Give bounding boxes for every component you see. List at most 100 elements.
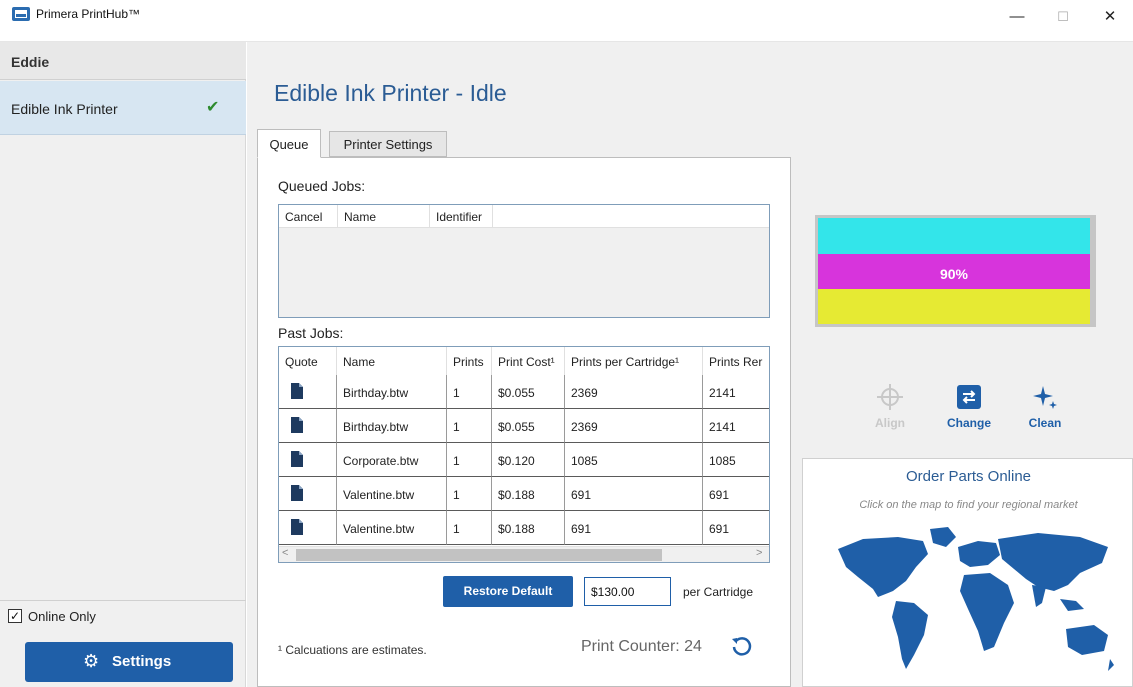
- estimates-footnote: ¹ Calcuations are estimates.: [278, 643, 427, 657]
- quote-cell[interactable]: [279, 443, 337, 477]
- column-header-print-cost[interactable]: Print Cost¹: [492, 347, 565, 375]
- sidebar-item-edible-ink-printer[interactable]: Edible Ink Printer ✔: [0, 81, 246, 135]
- column-header-prints[interactable]: Prints: [447, 347, 492, 375]
- online-only-checkbox[interactable]: ✓: [8, 609, 22, 623]
- document-icon[interactable]: [291, 519, 303, 535]
- scroll-right-arrow-icon[interactable]: >: [756, 547, 762, 559]
- align-label: Align: [875, 416, 905, 430]
- column-header-name[interactable]: Name: [338, 205, 430, 228]
- prints-per-cartridge-cell: 1085: [565, 443, 703, 477]
- yellow-ink-band: [818, 289, 1090, 324]
- column-header-prints-remaining[interactable]: Prints Rer: [703, 347, 769, 375]
- column-header-filler: [493, 205, 769, 228]
- align-button[interactable]: Align: [860, 382, 920, 430]
- sparkle-icon: [1033, 386, 1057, 409]
- scroll-left-arrow-icon[interactable]: <: [282, 547, 288, 559]
- printhub-app-icon: [12, 7, 30, 21]
- main-content: Edible Ink Printer - Idle Queue Printer …: [247, 42, 1133, 687]
- queued-jobs-label: Queued Jobs:: [278, 178, 366, 194]
- print-counter: Print Counter: 24: [581, 638, 702, 655]
- table-row[interactable]: Corporate.btw 1 $0.120 1085 1085: [279, 443, 769, 477]
- maximize-button[interactable]: ☐: [1040, 4, 1086, 30]
- change-cartridge-button[interactable]: Change: [939, 382, 999, 430]
- page-title: Edible Ink Printer - Idle: [274, 80, 507, 106]
- cyan-ink-band: [818, 218, 1090, 254]
- prints-cell: 1: [447, 477, 492, 511]
- column-header-name[interactable]: Name: [337, 347, 447, 375]
- ink-cartridge-level: 90%: [815, 215, 1096, 327]
- queued-jobs-table[interactable]: Cancel Name Identifier: [278, 204, 770, 318]
- prints-remaining-cell: 1085: [703, 443, 769, 477]
- tab-queue[interactable]: Queue: [257, 129, 321, 158]
- job-name-cell: Valentine.btw: [337, 511, 447, 545]
- swap-arrows-icon: [957, 385, 981, 409]
- prints-remaining-cell: 2141: [703, 409, 769, 443]
- column-header-cancel[interactable]: Cancel: [279, 205, 338, 228]
- check-icon: ✔: [206, 99, 220, 116]
- cartridge-cost-input[interactable]: [584, 577, 671, 606]
- scrollbar-thumb[interactable]: [296, 549, 662, 561]
- column-header-identifier[interactable]: Identifier: [430, 205, 493, 228]
- table-row[interactable]: Birthday.btw 1 $0.055 2369 2141: [279, 375, 769, 409]
- online-only-label: Online Only: [28, 609, 96, 624]
- prints-cell: 1: [447, 375, 492, 409]
- print-cost-cell: $0.188: [492, 477, 565, 511]
- horizontal-scrollbar[interactable]: < >: [279, 546, 769, 562]
- prints-per-cartridge-cell: 2369: [565, 375, 703, 409]
- print-cost-cell: $0.055: [492, 375, 565, 409]
- job-name-cell: Birthday.btw: [337, 375, 447, 409]
- tab-printer-settings[interactable]: Printer Settings: [329, 131, 447, 157]
- past-jobs-label: Past Jobs:: [278, 325, 344, 341]
- world-map[interactable]: [818, 519, 1118, 684]
- order-parts-title: Order Parts Online: [905, 468, 1032, 485]
- title-bar: Primera PrintHub™ — ☐ ✕: [0, 0, 1133, 42]
- per-cartridge-label: per Cartridge: [683, 585, 754, 599]
- quote-cell[interactable]: [279, 511, 337, 545]
- column-header-prints-per-cartridge[interactable]: Prints per Cartridge¹: [565, 347, 703, 375]
- window-title: Primera PrintHub™: [36, 7, 141, 21]
- prints-cell: 1: [447, 443, 492, 477]
- prints-remaining-cell: 691: [703, 511, 769, 545]
- prints-cell: 1: [447, 409, 492, 443]
- table-row[interactable]: Valentine.btw 1 $0.188 691 691: [279, 477, 769, 511]
- column-header-quote[interactable]: Quote: [279, 347, 337, 375]
- job-name-cell: Valentine.btw: [337, 477, 447, 511]
- crosshair-icon: [877, 384, 903, 410]
- prints-remaining-cell: 691: [703, 477, 769, 511]
- restore-default-button[interactable]: Restore Default: [443, 576, 573, 607]
- quote-cell[interactable]: [279, 477, 337, 511]
- prints-per-cartridge-cell: 691: [565, 511, 703, 545]
- queue-panel: Queued Jobs: Cancel Name Identifier Past…: [257, 157, 791, 687]
- clean-label: Clean: [1028, 416, 1062, 430]
- print-cost-cell: $0.188: [492, 511, 565, 545]
- prints-per-cartridge-cell: 691: [565, 477, 703, 511]
- job-name-cell: Birthday.btw: [337, 409, 447, 443]
- settings-button[interactable]: ⚙ Settings: [25, 642, 233, 682]
- document-icon[interactable]: [291, 383, 303, 399]
- table-row[interactable]: Valentine.btw 1 $0.188 691 691: [279, 511, 769, 545]
- sidebar-item-label: Edible Ink Printer: [11, 101, 118, 117]
- job-name-cell: Corporate.btw: [337, 443, 447, 477]
- prints-per-cartridge-cell: 2369: [565, 409, 703, 443]
- document-icon[interactable]: [291, 451, 303, 467]
- past-jobs-table[interactable]: Quote Name Prints Print Cost¹ Prints per…: [278, 346, 770, 563]
- document-icon[interactable]: [291, 485, 303, 501]
- close-button[interactable]: ✕: [1087, 4, 1133, 30]
- prints-remaining-cell: 2141: [703, 375, 769, 409]
- online-only-toggle[interactable]: ✓ Online Only: [0, 600, 246, 630]
- quote-cell[interactable]: [279, 375, 337, 409]
- prints-cell: 1: [447, 511, 492, 545]
- gear-icon: ⚙: [83, 651, 100, 671]
- minimize-button[interactable]: —: [994, 4, 1040, 30]
- change-label: Change: [946, 416, 991, 430]
- ink-level-percent: 90%: [939, 266, 969, 282]
- quote-cell[interactable]: [279, 409, 337, 443]
- order-parts-panel: Order Parts Online Click on the map to f…: [802, 458, 1133, 687]
- reset-counter-icon[interactable]: [730, 635, 754, 659]
- print-cost-cell: $0.120: [492, 443, 565, 477]
- sidebar: Eddie Edible Ink Printer ✔ ✓ Online Only…: [0, 42, 246, 687]
- table-row[interactable]: Birthday.btw 1 $0.055 2369 2141: [279, 409, 769, 443]
- document-icon[interactable]: [291, 417, 303, 433]
- ink-level-bands: 90%: [818, 218, 1090, 324]
- clean-button[interactable]: Clean: [1015, 382, 1075, 430]
